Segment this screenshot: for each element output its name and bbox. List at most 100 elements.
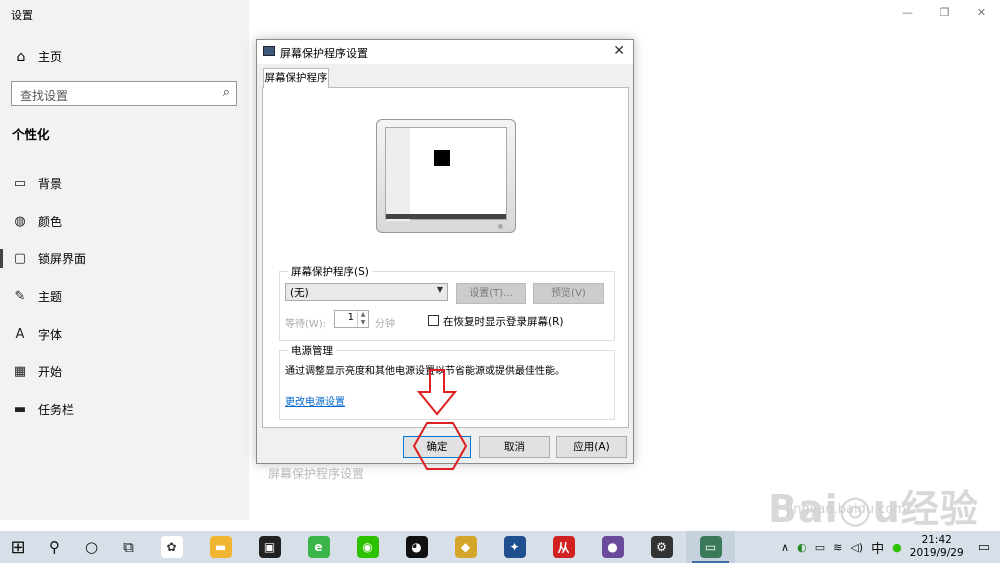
wechat-icon: ◉ <box>356 536 379 558</box>
close-button[interactable]: ✕ <box>963 0 1000 28</box>
monitor-preview <box>376 119 516 233</box>
sidebar-item-label: 颜色 <box>38 214 63 229</box>
sidebar-item-3[interactable]: ✎ 主题 <box>0 278 249 316</box>
sidebar-item-label: 主题 <box>38 290 63 305</box>
power-description: 通过调整显示亮度和其他电源设置以节省能源或提供最佳性能。 <box>285 366 565 377</box>
sidebar-item-5[interactable]: ▦ 开始 <box>0 353 249 391</box>
ime-indicator[interactable]: 中 <box>867 538 888 557</box>
screensaver-settings-button[interactable]: 设置(T)... <box>456 283 526 304</box>
qq-icon: ◕ <box>405 536 428 558</box>
search-icon: ⌕ <box>222 85 230 100</box>
power-group-label: 电源管理 <box>288 343 336 358</box>
search-placeholder: 查找设置 <box>20 89 69 103</box>
minimize-button[interactable]: — <box>889 0 926 28</box>
sidebar-home[interactable]: ⌂ 主页 <box>13 48 62 65</box>
taskbar-app[interactable]: ⚙ <box>637 531 686 563</box>
taskbar-app[interactable]: ◉ <box>343 531 392 563</box>
monitor-led <box>498 224 503 229</box>
sidebar-item-0[interactable]: ▭ 背景 <box>0 165 249 203</box>
red-app-icon: 从 <box>552 536 575 558</box>
screensaver-select[interactable]: (无) ▼ <box>285 283 448 301</box>
taskbar-app[interactable]: 从 <box>539 531 588 563</box>
resume-checkbox-label[interactable]: 在恢复时显示登录屏幕(R) <box>443 314 564 329</box>
clock[interactable]: 21:42 2019/9/29 <box>906 534 968 560</box>
dialog-close-icon[interactable]: ✕ <box>613 43 625 59</box>
change-power-settings-link[interactable]: 更改电源设置 <box>285 393 345 408</box>
wait-value: 1 <box>347 312 354 323</box>
taskbar-app[interactable]: ▬ <box>196 531 245 563</box>
stepper-arrows-icon[interactable]: ▲ ▼ <box>357 311 368 327</box>
picture-icon: ▭ <box>13 176 27 192</box>
clock-date: 2019/9/29 <box>909 547 964 559</box>
taskbar-app[interactable]: ▭ <box>686 531 735 563</box>
app-title: 设置 <box>11 9 33 22</box>
taskbar-app[interactable]: ✦ <box>490 531 539 563</box>
badge-app-icon: ◆ <box>454 536 477 558</box>
screensaver-group-label: 屏幕保护程序(S) <box>288 264 372 279</box>
ok-button[interactable]: 确定 <box>403 436 471 458</box>
search-input[interactable]: 查找设置 ⌕ <box>11 81 237 106</box>
maximize-button[interactable]: ❐ <box>926 0 963 28</box>
screensaver-group: 屏幕保护程序(S) <box>279 264 615 341</box>
volume-icon[interactable]: ◁) <box>846 541 867 554</box>
wait-minutes-stepper[interactable]: 1 ▲ ▼ <box>334 310 369 328</box>
sidebar-item-6[interactable]: ▬ 任务栏 <box>0 391 249 429</box>
taskbar-app[interactable]: ● <box>588 531 637 563</box>
screensaver-settings-link[interactable]: 屏幕保护程序设置 <box>268 465 364 482</box>
taskbar-icon: ▬ <box>13 401 27 417</box>
sidebar-item-2[interactable]: ▢ 锁屏界面 <box>0 240 249 278</box>
settings-app-icon: ⚙ <box>650 536 673 558</box>
dialog-title: 屏幕保护程序设置 <box>280 47 368 60</box>
galaxy-app-icon: ● <box>601 536 624 558</box>
taskbar-app[interactable]: ◆ <box>441 531 490 563</box>
battery-icon[interactable]: ▭ <box>811 541 829 554</box>
resume-checkbox[interactable] <box>428 315 439 326</box>
browser-icon: e <box>307 536 330 558</box>
tab-panel: 屏幕保护程序(S) (无) ▼ 设置(T)... 预览(V) 等待(W): 1 … <box>262 87 629 428</box>
font-icon: A <box>15 326 25 342</box>
sidebar-item-label: 字体 <box>38 327 63 342</box>
taskbar-app[interactable]: ✿ <box>147 531 196 563</box>
clock-time: 21:42 <box>921 534 952 546</box>
taskbar-app[interactable]: e <box>294 531 343 563</box>
preview-taskbar <box>386 214 506 219</box>
screensaver-select-value: (无) <box>290 287 309 299</box>
apply-button[interactable]: 应用(A) <box>556 436 627 458</box>
sidebar-item-label: 背景 <box>38 177 63 192</box>
preview-sidebar <box>386 128 410 221</box>
chevron-down-icon: ▼ <box>436 285 443 294</box>
preview-black-square <box>434 150 450 166</box>
watermark-url: jingyan.baidu.com <box>786 502 906 517</box>
tray-app-icon[interactable]: ◐ <box>793 541 811 554</box>
search-icon[interactable]: ⚲ <box>36 531 73 563</box>
cortana-icon[interactable]: ○ <box>73 531 110 563</box>
system-tray: ∧ ◐ ▭ ≋ ◁) 中 ● 21:42 2019/9/29 ▭ <box>777 531 1000 563</box>
dialog-titlebar: 屏幕保护程序设置 ✕ <box>257 40 633 64</box>
preview-button[interactable]: 预览(V) <box>533 283 604 304</box>
task-view-icon[interactable]: ⧉ <box>110 531 147 563</box>
taskbar: ⊞ ⚲ ○ ⧉ ✿ ▬ ▣ e ◉ ◕ ◆ ✦ 从 ● ⚙ ▭ ∧ ◐ ▭ ≋ ◁) 中 ● 21:4… <box>0 531 1000 563</box>
taskbar-app[interactable]: ◕ <box>392 531 441 563</box>
wifi-icon[interactable]: ≋ <box>829 541 846 554</box>
sidebar: 设置 ⌂ 主页 查找设置 ⌕ 个性化 ▭ 背景 ◍ 颜色 ▢ 锁屏界面 ✎ 主题 A 字体 ▦ 开始 ▬… <box>0 0 249 520</box>
sidebar-item-1[interactable]: ◍ 颜色 <box>0 203 249 241</box>
file-explorer-icon: ▬ <box>209 536 232 558</box>
sidebar-nav: ▭ 背景 ◍ 颜色 ▢ 锁屏界面 ✎ 主题 A 字体 ▦ 开始 ▬ 任务栏 <box>0 165 249 428</box>
cancel-button[interactable]: 取消 <box>479 436 550 458</box>
home-icon: ⌂ <box>16 48 26 65</box>
show-hidden-icons-icon[interactable]: ∧ <box>777 541 793 554</box>
pinwheel-app-icon: ✿ <box>160 536 183 558</box>
sidebar-item-4[interactable]: A 字体 <box>0 315 249 353</box>
window-controls: — ❐ ✕ <box>889 0 1000 28</box>
sidebar-item-label: 开始 <box>38 365 63 380</box>
puzzle-app-icon: ✦ <box>503 536 526 558</box>
store-icon: ▣ <box>258 536 281 558</box>
wechat-tray-icon[interactable]: ● <box>888 541 906 554</box>
taskbar-app[interactable]: ▣ <box>245 531 294 563</box>
home-label: 主页 <box>38 50 63 64</box>
tab-screensaver[interactable]: 屏幕保护程序 <box>263 68 329 88</box>
palette-icon: ◍ <box>14 213 26 229</box>
notification-icon[interactable]: ▭ <box>968 540 1000 555</box>
dialog-monitor-icon <box>263 46 275 56</box>
start-button[interactable]: ⊞ <box>0 531 36 563</box>
